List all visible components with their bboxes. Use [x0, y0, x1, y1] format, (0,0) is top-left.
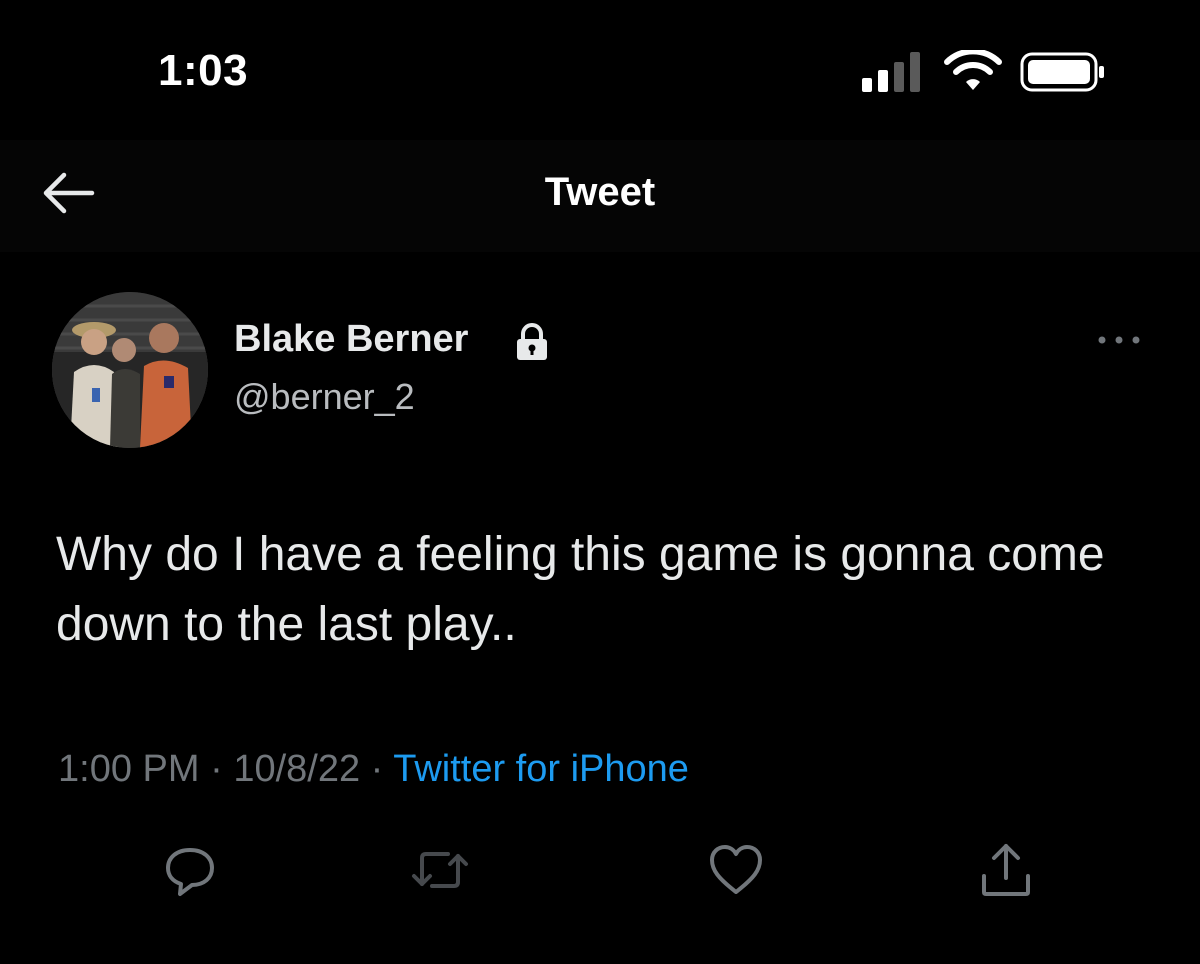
tweet-date: 10/8/22: [233, 748, 361, 790]
cellular-signal-icon: [862, 52, 920, 92]
share-icon[interactable]: [976, 840, 1036, 900]
page-title: Tweet: [544, 170, 656, 214]
author-name[interactable]: Blake Berner: [234, 318, 468, 361]
tweet-time: 1:00 PM: [58, 748, 200, 790]
reply-icon[interactable]: [160, 840, 220, 900]
avatar-photo: [52, 292, 208, 448]
tweet-text: Why do I have a feeling this game is gon…: [56, 528, 1105, 651]
tweet-meta: 1:00 PM · 10/8/22 · Twitter for iPhone: [58, 748, 689, 791]
heart-icon[interactable]: [706, 840, 766, 900]
meta-separator: ·: [210, 748, 223, 790]
lock-icon: [517, 323, 547, 360]
author-handle[interactable]: @berner_2: [234, 376, 415, 418]
retweet-icon[interactable]: [410, 840, 470, 900]
status-time: 1:03: [158, 46, 249, 95]
wifi-icon: [944, 50, 1002, 90]
avatar[interactable]: [52, 292, 208, 448]
meta-separator: ·: [370, 748, 384, 790]
battery-icon: [1020, 52, 1104, 92]
tweet-source-link[interactable]: Twitter for iPhone: [393, 748, 689, 790]
more-options-icon[interactable]: [1096, 330, 1142, 350]
